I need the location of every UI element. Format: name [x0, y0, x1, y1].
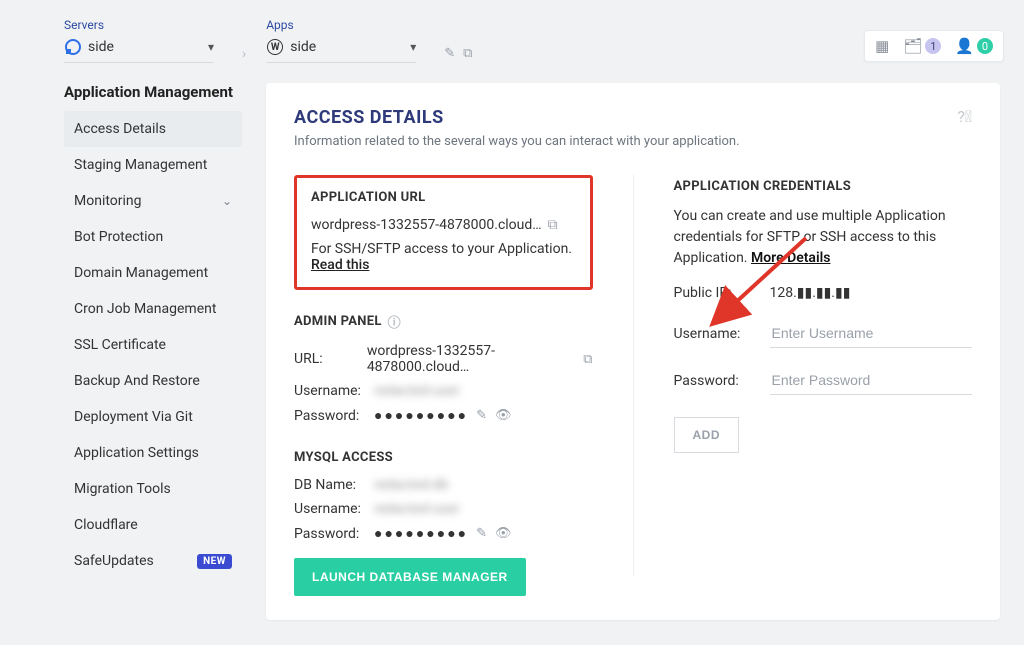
- servers-label: Servers: [64, 18, 214, 32]
- cred-password-label: Password:: [674, 373, 770, 389]
- caret-down-icon: ▾: [208, 40, 214, 54]
- mysql-db-value: redacted-db: [374, 477, 448, 493]
- mysql-user-value: redacted-user: [374, 501, 460, 517]
- more-details-link[interactable]: More Details: [751, 250, 830, 266]
- application-url-heading: APPLICATION URL: [311, 190, 576, 205]
- add-credential-button[interactable]: ADD: [674, 417, 740, 453]
- public-ip-label: Public IP:: [674, 285, 770, 301]
- admin-url-label: URL:: [294, 351, 367, 367]
- main-panel: ACCESS DETAILS Information related to th…: [266, 83, 1000, 620]
- read-this-link[interactable]: Read this: [311, 257, 369, 273]
- caret-down-icon: ▾: [410, 40, 416, 54]
- admin-url-value: wordpress-1332557-4878000.cloud…: [367, 343, 575, 375]
- edit-password-icon[interactable]: ✎: [476, 408, 487, 423]
- cred-password-input[interactable]: [770, 366, 973, 395]
- user-badge: 0: [977, 38, 993, 54]
- open-admin-url-icon[interactable]: ⧉: [583, 352, 592, 367]
- apps-label: Apps: [266, 18, 416, 32]
- sidebar-item-app-settings[interactable]: Application Settings: [64, 435, 242, 471]
- projects-icon[interactable]: 🗂1: [903, 37, 941, 55]
- servers-dropdown[interactable]: Servers side ▾: [64, 18, 214, 63]
- grid-view-icon[interactable]: ▦: [875, 37, 889, 55]
- application-url-highlight: APPLICATION URL wordpress-1332557-487800…: [294, 175, 593, 290]
- vertical-divider: [633, 175, 634, 576]
- sidebar-item-cron[interactable]: Cron Job Management: [64, 291, 242, 327]
- projects-badge: 1: [925, 38, 941, 54]
- reveal-mysql-password-icon[interactable]: 👁: [495, 526, 512, 541]
- panel-subtitle: Information related to the several ways …: [294, 134, 740, 149]
- mysql-db-label: DB Name:: [294, 477, 374, 493]
- user-icon[interactable]: 👤0: [955, 37, 993, 55]
- apps-dropdown[interactable]: Apps W side ▾: [266, 18, 416, 63]
- admin-username-value: redacted-user: [374, 383, 460, 399]
- app-selected: side: [290, 39, 404, 55]
- info-icon[interactable]: ⓘ: [388, 312, 401, 331]
- sidebar-heading: Application Management: [64, 83, 242, 101]
- sidebar-item-cloudflare[interactable]: Cloudflare: [64, 507, 242, 543]
- mysql-heading: MYSQL ACCESS: [294, 450, 593, 465]
- mysql-pass-value: ●●●●●●●●●: [374, 525, 468, 542]
- chevron-down-icon: ⌄: [222, 194, 232, 208]
- admin-panel-heading: ADMIN PANEL ⓘ: [294, 312, 593, 331]
- sidebar-item-ssl[interactable]: SSL Certificate: [64, 327, 242, 363]
- sidebar-item-migration[interactable]: Migration Tools: [64, 471, 242, 507]
- breadcrumb-arrow-icon: ›: [242, 46, 246, 62]
- wordpress-icon: W: [266, 38, 284, 56]
- sidebar-item-bot-protection[interactable]: Bot Protection: [64, 219, 242, 255]
- sidebar-item-safeupdates[interactable]: SafeUpdates NEW: [64, 543, 242, 579]
- sidebar-item-backup[interactable]: Backup And Restore: [64, 363, 242, 399]
- mysql-user-label: Username:: [294, 501, 374, 517]
- open-app-icon[interactable]: ⧉: [463, 46, 472, 61]
- launch-database-button[interactable]: LAUNCH DATABASE MANAGER: [294, 558, 526, 596]
- reveal-password-icon[interactable]: 👁: [495, 408, 512, 423]
- top-right-widgets: ▦ 🗂1 👤0: [864, 30, 1004, 62]
- sidebar-item-domain[interactable]: Domain Management: [64, 255, 242, 291]
- sidebar-item-access-details[interactable]: Access Details: [64, 111, 242, 147]
- sidebar-item-staging[interactable]: Staging Management: [64, 147, 242, 183]
- ssh-note: For SSH/SFTP access to your Application.…: [311, 241, 576, 273]
- application-url-value: wordpress-1332557-4878000.cloud…: [311, 217, 542, 233]
- help-icon[interactable]: ?⃝: [957, 107, 972, 126]
- credentials-text: You can create and use multiple Applicat…: [674, 206, 973, 269]
- cred-username-label: Username:: [674, 326, 770, 342]
- panel-title: ACCESS DETAILS: [294, 107, 740, 128]
- edit-app-icon[interactable]: ✎: [444, 46, 455, 61]
- mysql-pass-label: Password:: [294, 526, 374, 542]
- sidebar-item-git[interactable]: Deployment Via Git: [64, 399, 242, 435]
- credentials-heading: APPLICATION CREDENTIALS: [674, 179, 973, 194]
- admin-password-label: Password:: [294, 408, 374, 424]
- edit-mysql-password-icon[interactable]: ✎: [476, 526, 487, 541]
- sidebar: Application Management Access Details St…: [64, 83, 242, 620]
- public-ip-value: 128.▮▮.▮▮.▮▮: [770, 285, 851, 301]
- cred-username-input[interactable]: [770, 319, 973, 348]
- new-badge: NEW: [197, 554, 232, 569]
- admin-password-value: ●●●●●●●●●: [374, 407, 468, 424]
- digitalocean-icon: [64, 38, 82, 56]
- admin-username-label: Username:: [294, 383, 374, 399]
- sidebar-item-monitoring[interactable]: Monitoring⌄: [64, 183, 242, 219]
- open-url-icon[interactable]: ⧉: [548, 217, 558, 233]
- server-selected: side: [88, 39, 202, 55]
